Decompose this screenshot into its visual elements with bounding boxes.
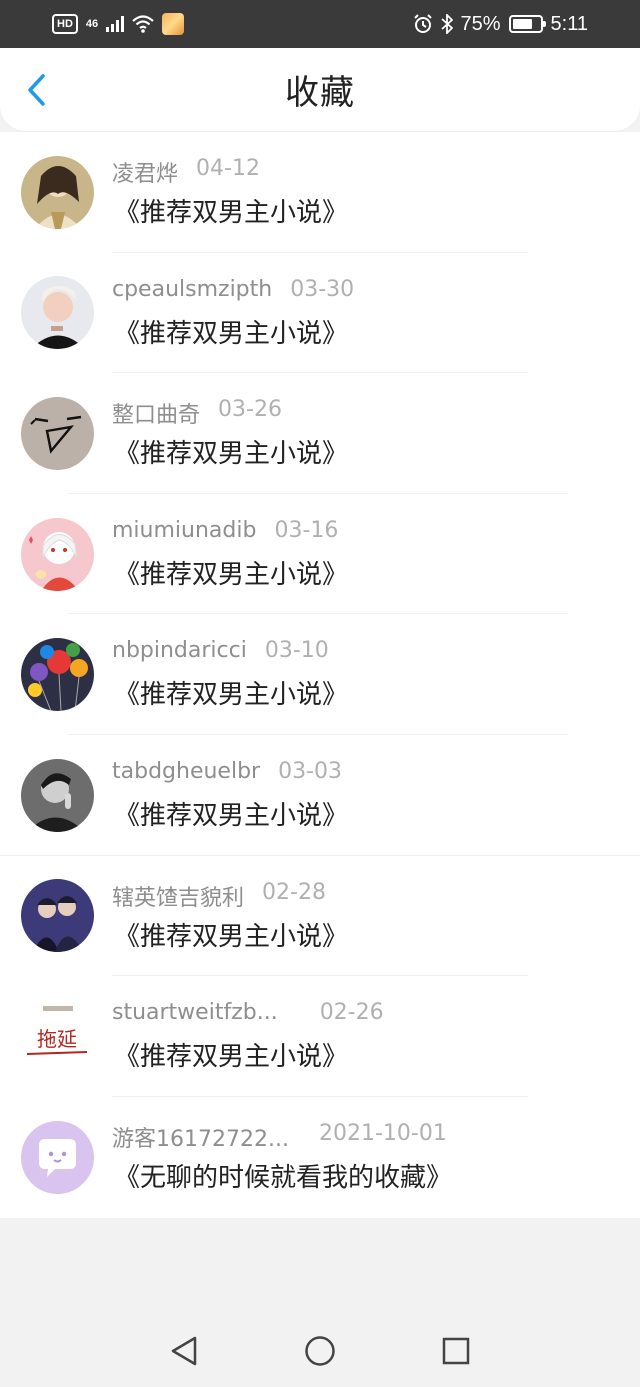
item-title[interactable]: 《无聊的时候就看我的收藏》 (114, 1157, 452, 1194)
item-meta: 游客16172722... 2021-10-01 (112, 1121, 447, 1153)
signal-icon (106, 16, 125, 32)
date: 02-28 (262, 879, 326, 905)
system-nav-bar (0, 1315, 640, 1387)
item-title[interactable]: 《推荐双男主小说》 (114, 916, 348, 953)
username[interactable]: 凌君烨 (112, 156, 178, 188)
back-button[interactable] (18, 72, 54, 108)
username[interactable]: 辖英馇吉貌利 (112, 880, 244, 912)
item-title[interactable]: 《推荐双男主小说》 (114, 795, 348, 832)
list-item[interactable]: nbpindaricci 03-10 《推荐双男主小说》 (0, 614, 640, 735)
item-meta: 辖英馇吉貌利 02-28 (112, 880, 326, 912)
avatar[interactable] (21, 517, 94, 591)
avatar[interactable]: 拖延 (21, 999, 94, 1073)
list-item[interactable]: 拖延 stuartweitfzb... 02-26 《推荐双男主小说》 (0, 976, 640, 1097)
avatar[interactable] (21, 638, 94, 712)
date: 04-12 (196, 156, 260, 181)
username[interactable]: cpeaulsmzipth (112, 277, 272, 302)
username[interactable]: tabdgheuelbr (112, 759, 260, 784)
nav-home-button[interactable] (300, 1331, 340, 1371)
battery-percent: 75% (460, 12, 501, 35)
app-notification-icon (162, 13, 185, 35)
date: 03-30 (290, 276, 355, 302)
list-item[interactable]: cpeaulsmzipth 03-30 《推荐双男主小说》 (0, 253, 640, 374)
wifi-icon (132, 15, 154, 33)
status-bar-left: HD 46 (52, 13, 185, 35)
home-circle-icon (305, 1336, 335, 1366)
avatar[interactable] (21, 276, 94, 350)
avatar-logo-text: 拖延 (37, 1027, 77, 1051)
header: 收藏 (0, 48, 640, 132)
recents-square-icon (442, 1337, 470, 1365)
hd-badge: HD (52, 14, 78, 34)
username[interactable]: 整口曲奇 (112, 397, 200, 429)
battery-icon (508, 15, 546, 33)
item-meta: stuartweitfzb... 02-26 (112, 1000, 384, 1025)
username[interactable]: 游客16172722... (112, 1121, 289, 1153)
list-item[interactable]: 辖英馇吉貌利 02-28 《推荐双男主小说》 (0, 856, 640, 977)
username[interactable]: miumiunadib (112, 518, 256, 543)
date: 03-26 (218, 397, 282, 423)
avatar[interactable] (21, 879, 94, 953)
list-item[interactable]: 游客16172722... 2021-10-01 《无聊的时候就看我的收藏》 (0, 1097, 640, 1218)
chevron-left-icon (28, 74, 45, 106)
date: 2021-10-01 (318, 1120, 447, 1146)
avatar[interactable] (21, 1120, 94, 1194)
status-bar: HD 46 75% 5:11 (0, 0, 640, 48)
item-title[interactable]: 《推荐双男主小说》 (114, 313, 348, 350)
clock: 5:11 (550, 12, 588, 35)
list-item[interactable]: tabdgheuelbr 03-03 《推荐双男主小说》 (0, 735, 640, 856)
item-meta: tabdgheuelbr 03-03 (112, 759, 342, 784)
item-title[interactable]: 《推荐双男主小说》 (114, 674, 348, 711)
date: 03-03 (278, 758, 343, 784)
page-title: 收藏 (285, 73, 355, 113)
nav-back-button[interactable] (164, 1331, 204, 1371)
back-triangle-icon (171, 1336, 197, 1366)
item-title[interactable]: 《推荐双男主小说》 (114, 433, 348, 470)
list-item[interactable]: 凌君烨 04-12 《推荐双男主小说》 (0, 132, 640, 253)
battery-fill (512, 19, 533, 29)
item-title[interactable]: 《推荐双男主小说》 (114, 192, 348, 229)
item-title[interactable]: 《推荐双男主小说》 (114, 1036, 348, 1073)
avatar[interactable] (21, 758, 94, 832)
date: 03-16 (274, 517, 339, 543)
item-title[interactable]: 《推荐双男主小说》 (114, 554, 348, 591)
date: 03-10 (264, 638, 329, 664)
avatar[interactable] (21, 396, 94, 470)
avatar[interactable] (21, 155, 94, 229)
date: 02-26 (319, 1000, 384, 1026)
network-type: 46 (85, 18, 99, 30)
item-meta: 凌君烨 04-12 (112, 156, 260, 188)
nav-recents-button[interactable] (436, 1331, 476, 1371)
item-meta: 整口曲奇 03-26 (112, 397, 282, 429)
status-bar-right: 75% 5:11 (413, 13, 588, 36)
item-meta: cpeaulsmzipth 03-30 (112, 277, 354, 302)
list-item[interactable]: miumiunadib 03-16 《推荐双男主小说》 (0, 494, 640, 615)
username[interactable]: nbpindaricci (112, 638, 247, 663)
item-meta: miumiunadib 03-16 (112, 518, 338, 543)
bluetooth-icon (440, 14, 453, 34)
favorites-list: 凌君烨 04-12 《推荐双男主小说》 cpeaulsmzipth 03-30 … (0, 132, 640, 1218)
list-item[interactable]: 整口曲奇 03-26 《推荐双男主小说》 (0, 373, 640, 494)
alarm-icon (413, 14, 432, 33)
username[interactable]: stuartweitfzb... (112, 1000, 278, 1025)
item-meta: nbpindaricci 03-10 (112, 638, 329, 663)
